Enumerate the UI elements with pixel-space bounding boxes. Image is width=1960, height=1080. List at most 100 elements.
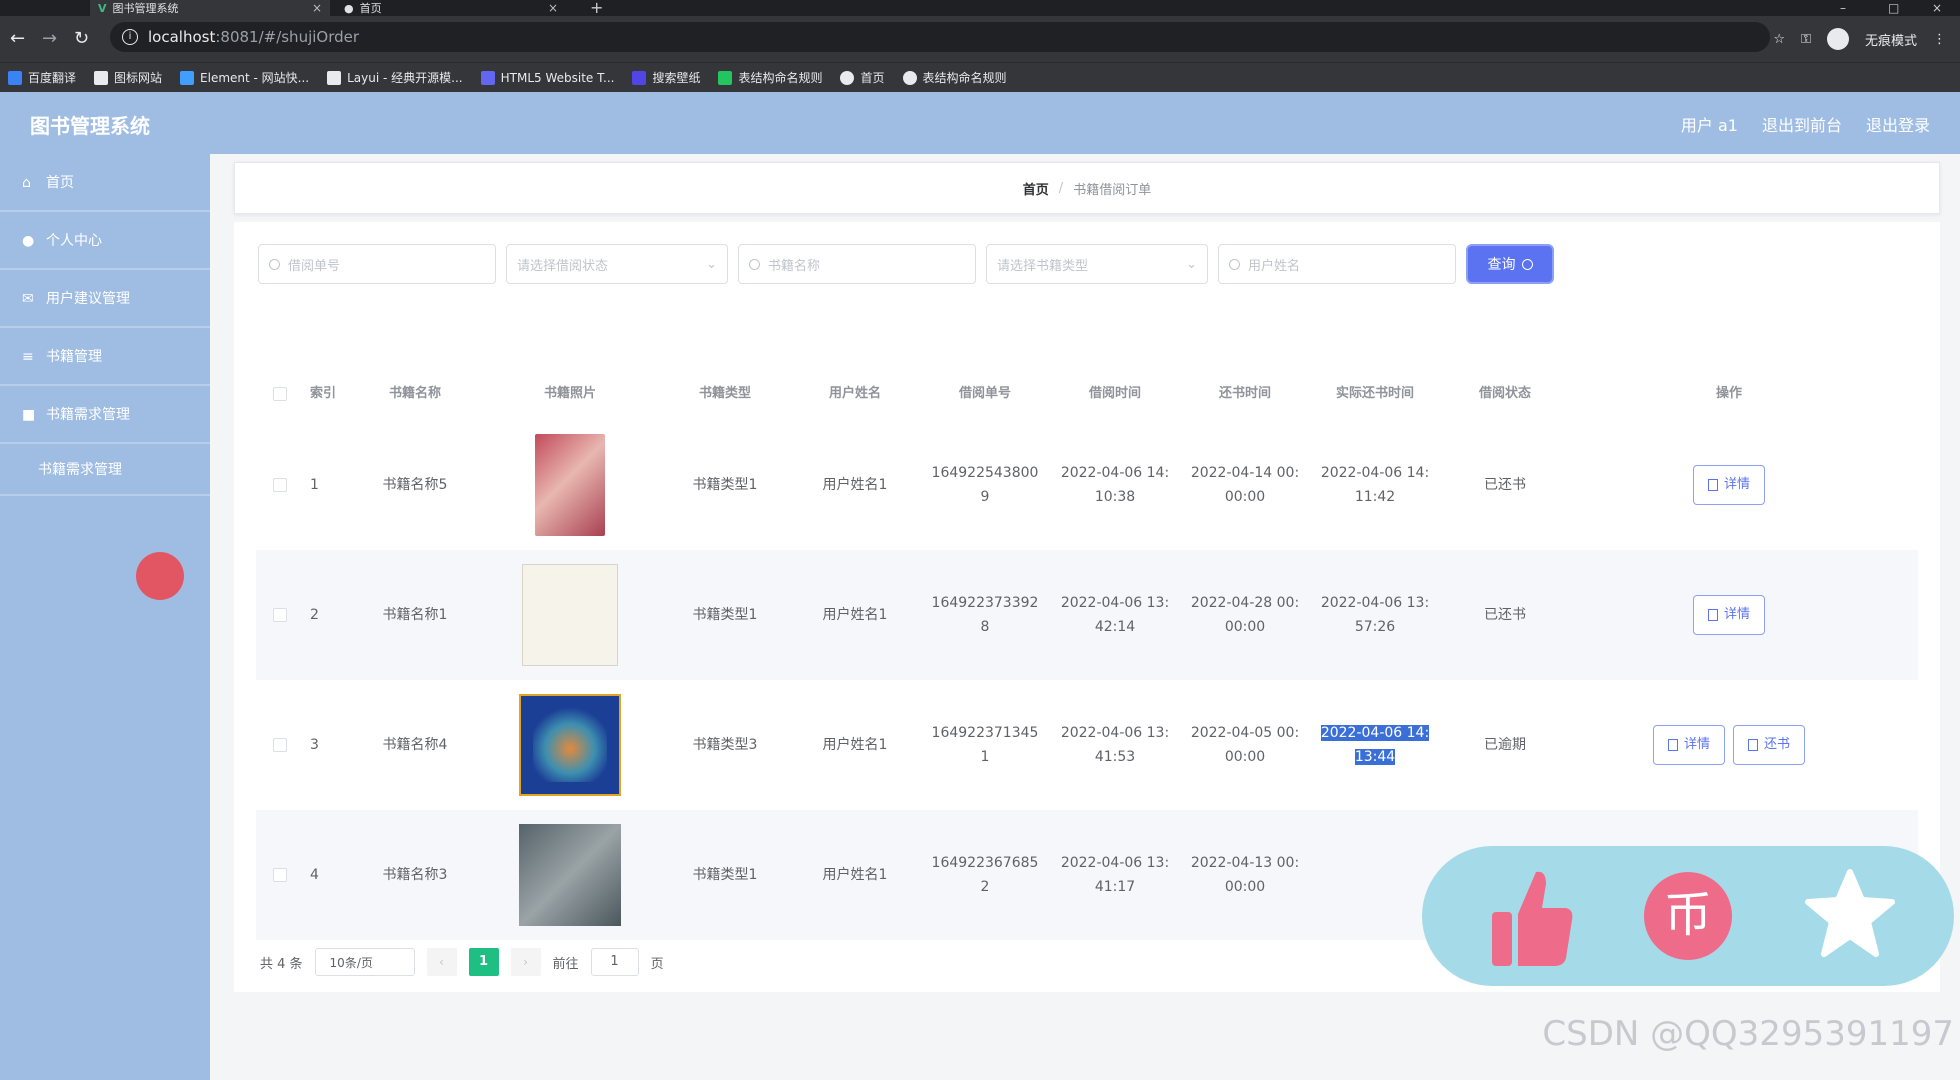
star-favorite-icon[interactable] <box>1804 868 1896 960</box>
bookmark-item[interactable]: 表结构命名规则 <box>902 69 1007 86</box>
menu-kebab-icon[interactable]: ⋮ <box>1933 32 1946 47</box>
bookmark-item[interactable]: 百度翻译 <box>8 69 76 86</box>
return-book-button[interactable]: 还书 <box>1733 725 1806 765</box>
browser-tab-2[interactable]: ● 首页 × <box>336 0 566 16</box>
row-checkbox[interactable] <box>273 738 287 752</box>
back-to-front-link[interactable]: 退出到前台 <box>1762 112 1842 136</box>
bookmark-item[interactable]: 首页 <box>840 69 885 86</box>
goto-page-input[interactable]: 1 <box>590 948 639 976</box>
text-line: 00:00 <box>1224 489 1266 505</box>
close-tab-icon[interactable]: × <box>312 1 322 15</box>
sidebar-item-books[interactable]: ≡ 书籍管理 <box>0 328 210 386</box>
text-line: 2022-04-06 14: <box>1060 465 1170 481</box>
select-all-checkbox[interactable] <box>273 387 287 401</box>
book-type-select[interactable]: 请选择书籍类型 ⌄ <box>986 244 1208 284</box>
header-borrow-time: 借阅时间 <box>1088 386 1141 401</box>
sidebar-item-profile[interactable]: ● 个人中心 <box>0 212 210 270</box>
close-window-icon[interactable]: × <box>1932 0 1942 16</box>
row-checkbox[interactable] <box>273 868 287 882</box>
reload-icon[interactable]: ↻ <box>74 28 89 49</box>
bookmark-item[interactable]: 表结构命名规则 <box>718 69 822 86</box>
table-row: 3 书籍名称4 书籍类型3 用户姓名1 164922371345 1 2022-0… <box>256 680 1918 810</box>
row-book-type: 书籍类型3 <box>692 737 758 753</box>
page-size-select[interactable]: 10条/页 <box>314 948 415 976</box>
close-tab-icon[interactable]: × <box>548 1 558 15</box>
sidebar-item-suggestions[interactable]: ✉ 用户建议管理 <box>0 270 210 328</box>
wallpaper-icon <box>632 70 647 85</box>
tab-label: 首页 <box>359 2 382 15</box>
row-actual-return-time: 2022-04-06 14: 11:42 <box>1310 461 1440 509</box>
browser-tab-1[interactable]: V 图书管理系统 × <box>90 0 330 16</box>
user-name-input[interactable]: 用户姓名 <box>1218 244 1456 284</box>
breadcrumb: 首页 / 书籍借阅订单 <box>234 162 1940 214</box>
bookmark-label: 首页 <box>860 71 885 85</box>
user-name-link[interactable]: 用户 a1 <box>1681 112 1738 136</box>
sidebar-subitem-book-requests[interactable]: 书籍需求管理 <box>0 444 210 496</box>
row-index: 2 <box>310 607 319 623</box>
trash-icon <box>1748 739 1758 751</box>
placeholder: 借阅单号 <box>288 258 341 274</box>
coin-icon[interactable]: 币 <box>1644 872 1732 960</box>
new-tab-icon[interactable]: + <box>590 0 603 16</box>
bookmark-item[interactable]: HTML5 Website T... <box>480 70 614 85</box>
layui-icon <box>327 70 342 85</box>
forward-icon[interactable]: → <box>42 28 57 49</box>
sidebar-item-book-requests[interactable]: ■ 书籍需求管理 <box>0 386 210 444</box>
flag-icon <box>94 70 109 85</box>
text-line: 2022-04-13 00: <box>1190 855 1300 871</box>
bookmark-item[interactable]: Layui - 经典开源模... <box>327 69 463 86</box>
bookmark-label: Element - 网站快... <box>200 71 310 85</box>
logout-link[interactable]: 退出登录 <box>1866 112 1930 136</box>
bookmark-item[interactable]: 搜索壁纸 <box>632 69 700 86</box>
placeholder: 书籍名称 <box>768 258 821 274</box>
profile-label[interactable]: 无痕模式 <box>1865 30 1917 49</box>
text-line: 2022-04-06 13: <box>1060 855 1170 871</box>
text-line: 1 <box>980 749 990 765</box>
globe-icon: ● <box>344 1 354 15</box>
breadcrumb-home[interactable]: 首页 <box>1023 179 1049 198</box>
app-title: 图书管理系统 <box>30 114 150 138</box>
key-icon[interactable]: ⚿ <box>1801 32 1811 47</box>
address-bar[interactable]: i localhost:8081/#/shujiOrder <box>110 22 1770 52</box>
breadcrumb-current: 书籍借阅订单 <box>1073 182 1152 198</box>
text-line: 8 <box>980 619 990 635</box>
text-line: 2 <box>980 879 990 895</box>
row-checkbox[interactable] <box>273 608 287 622</box>
placeholder: 请选择书籍类型 <box>997 258 1089 274</box>
order-no-input[interactable]: 借阅单号 <box>258 244 496 284</box>
back-icon[interactable]: ← <box>10 28 25 49</box>
page-size-value: 10条/页 <box>329 955 373 970</box>
incognito-avatar-icon[interactable] <box>1826 28 1849 50</box>
row-status: 已还书 <box>1484 607 1526 623</box>
header-book-photo: 书籍照片 <box>543 386 596 401</box>
next-page-button[interactable]: › <box>510 948 541 976</box>
prev-page-button[interactable]: ‹ <box>426 948 457 976</box>
maximize-icon[interactable]: □ <box>1888 0 1899 16</box>
star-bookmark-icon[interactable]: ☆ <box>1773 32 1785 47</box>
sidebar-item-home[interactable]: ⌂ 首页 <box>0 154 210 212</box>
bookmark-item[interactable]: Element - 网站快... <box>180 69 309 86</box>
detail-button[interactable]: 详情 <box>1692 465 1765 505</box>
query-button[interactable]: 查询 <box>1466 244 1554 284</box>
header-actions: 操作 <box>1715 386 1742 401</box>
borrow-status-select[interactable]: 请选择借阅状态 ⌄ <box>506 244 728 284</box>
pagination: 共 4 条 10条/页 ‹ 1 › 前往 1 页 <box>260 948 664 976</box>
thumbs-up-icon[interactable] <box>1490 868 1574 968</box>
row-status: 已还书 <box>1484 477 1526 493</box>
minimize-icon[interactable]: – <box>1840 0 1846 16</box>
header-return-time: 还书时间 <box>1218 386 1271 401</box>
bookmark-label: 百度翻译 <box>28 71 77 85</box>
bookmark-label: 表结构命名规则 <box>922 71 1007 85</box>
info-icon[interactable]: i <box>122 29 138 45</box>
bookmark-item[interactable]: 图标网站 <box>94 69 162 86</box>
row-checkbox[interactable] <box>273 478 287 492</box>
element-icon <box>180 70 195 85</box>
page-number-current[interactable]: 1 <box>468 948 499 976</box>
detail-button[interactable]: 详情 <box>1692 595 1765 635</box>
detail-button[interactable]: 详情 <box>1652 725 1725 765</box>
button-label: 详情 <box>1723 607 1750 622</box>
text-line: 2022-04-14 00: <box>1190 465 1300 481</box>
row-order-no: 164922373392 8 <box>920 591 1050 639</box>
book-name-input[interactable]: 书籍名称 <box>738 244 976 284</box>
book-cover-image <box>535 434 605 536</box>
